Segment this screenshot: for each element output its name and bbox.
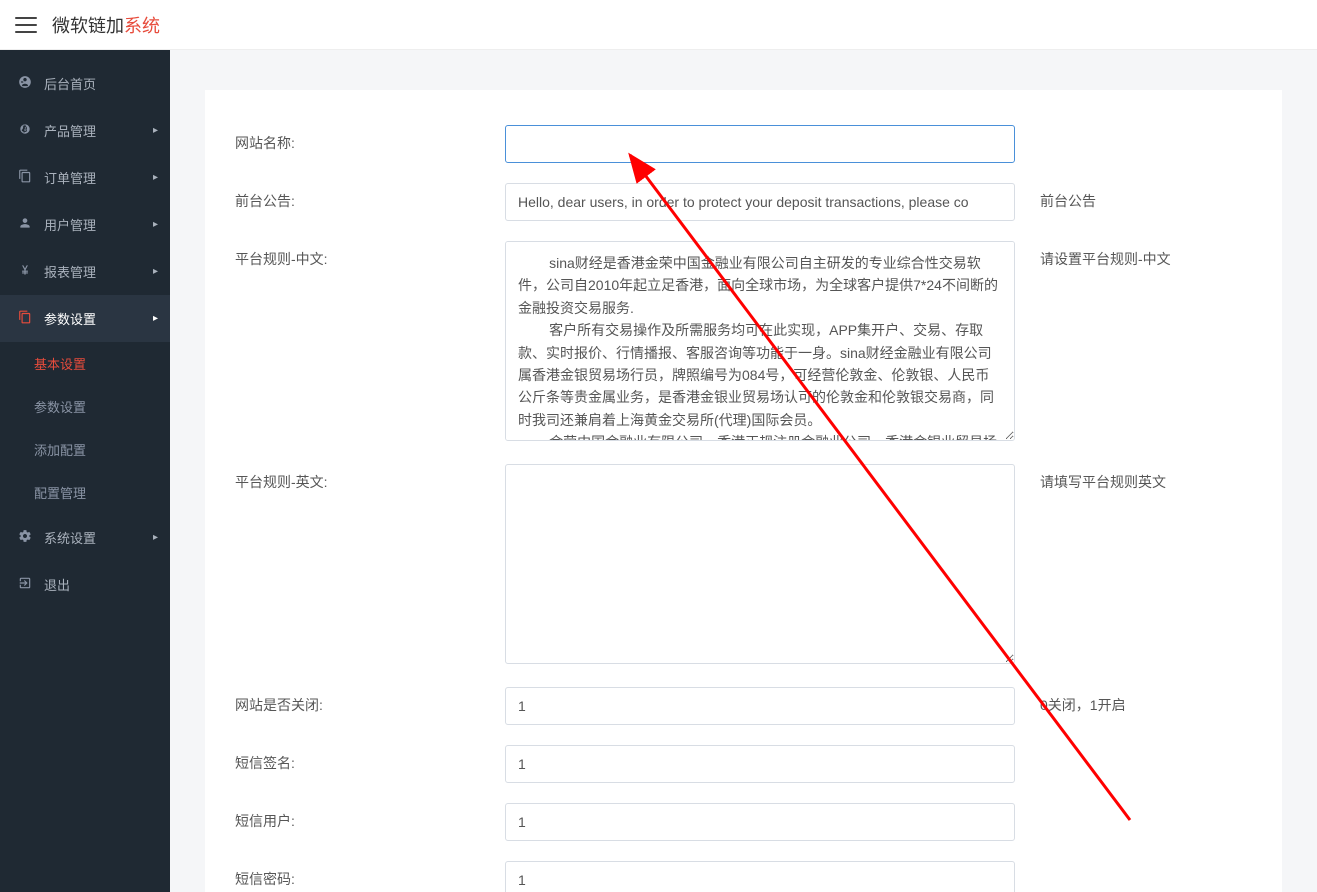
smsuser-label: 短信用户: (235, 803, 505, 831)
siteclosed-input[interactable] (505, 687, 1015, 725)
content-area: 网站名称: 前台公告: 前台公告 平台规则-中文: 请设置平台规则-中文 (170, 50, 1317, 892)
siteclosed-label: 网站是否关闭: (235, 687, 505, 715)
sidebar: 后台首页 产品管理 ▸ 订单管理 ▸ 用户管理 ▸ (0, 50, 170, 892)
signout-icon (16, 576, 34, 593)
chevron-right-icon: ▸ (153, 172, 158, 183)
ruleszh-label: 平台规则-中文: (235, 241, 505, 269)
chevron-right-icon: ▸ (153, 532, 158, 543)
rulesen-help: 请填写平台规则英文 (1040, 464, 1166, 492)
sidebar-item-params[interactable]: 参数设置 ▸ (0, 295, 170, 342)
user-icon (16, 216, 34, 233)
gears-icon (16, 529, 34, 546)
chevron-right-icon: ▸ (153, 313, 158, 324)
copy-icon (16, 169, 34, 186)
sidebar-item-label: 产品管理 (44, 121, 96, 140)
smspassword-label: 短信密码: (235, 861, 505, 889)
smspassword-input[interactable] (505, 861, 1015, 892)
sidebar-item-label: 报表管理 (44, 262, 96, 281)
menu-toggle-icon[interactable] (15, 17, 37, 33)
chevron-right-icon: ▸ (153, 219, 158, 230)
sidebar-item-label: 订单管理 (44, 168, 96, 187)
topbar: 微软链加系统 (0, 0, 1317, 50)
sidebar-item-label: 退出 (44, 575, 70, 594)
smssign-input[interactable] (505, 745, 1015, 783)
sidebar-item-label: 后台首页 (44, 74, 96, 93)
smsuser-input[interactable] (505, 803, 1015, 841)
dashboard-icon (16, 75, 34, 92)
sidebar-item-system[interactable]: 系统设置 ▸ (0, 514, 170, 561)
sidebar-item-users[interactable]: 用户管理 ▸ (0, 201, 170, 248)
chevron-right-icon: ▸ (153, 125, 158, 136)
smssign-label: 短信签名: (235, 745, 505, 773)
yen-icon (16, 263, 34, 280)
sidebar-item-orders[interactable]: 订单管理 ▸ (0, 154, 170, 201)
rulesen-textarea[interactable] (505, 464, 1015, 664)
sidebar-item-products[interactable]: 产品管理 ▸ (0, 107, 170, 154)
frontnotice-help: 前台公告 (1040, 183, 1096, 211)
sidebar-sub-basic[interactable]: 基本设置 (0, 342, 170, 385)
sidebar-sub-addconfig[interactable]: 添加配置 (0, 428, 170, 471)
sidebar-item-label: 参数设置 (44, 309, 96, 328)
sidebar-item-dashboard[interactable]: 后台首页 (0, 60, 170, 107)
sidebar-sub-params[interactable]: 参数设置 (0, 385, 170, 428)
ruleszh-help: 请设置平台规则-中文 (1040, 241, 1171, 269)
frontnotice-label: 前台公告: (235, 183, 505, 211)
sitename-label: 网站名称: (235, 125, 505, 153)
sidebar-item-label: 用户管理 (44, 215, 96, 234)
frontnotice-input[interactable] (505, 183, 1015, 221)
sitename-input[interactable] (505, 125, 1015, 163)
brand-title: 微软链加系统 (52, 12, 160, 38)
siteclosed-help: 0关闭，1开启 (1040, 687, 1126, 715)
bitcoin-icon (16, 122, 34, 139)
chevron-right-icon: ▸ (153, 266, 158, 277)
copy-icon (16, 310, 34, 327)
sidebar-item-reports[interactable]: 报表管理 ▸ (0, 248, 170, 295)
sidebar-sub-configmgmt[interactable]: 配置管理 (0, 471, 170, 514)
form-panel: 网站名称: 前台公告: 前台公告 平台规则-中文: 请设置平台规则-中文 (205, 90, 1282, 892)
rulesen-label: 平台规则-英文: (235, 464, 505, 492)
ruleszh-textarea[interactable] (505, 241, 1015, 441)
sidebar-item-label: 系统设置 (44, 528, 96, 547)
sidebar-item-logout[interactable]: 退出 (0, 561, 170, 608)
